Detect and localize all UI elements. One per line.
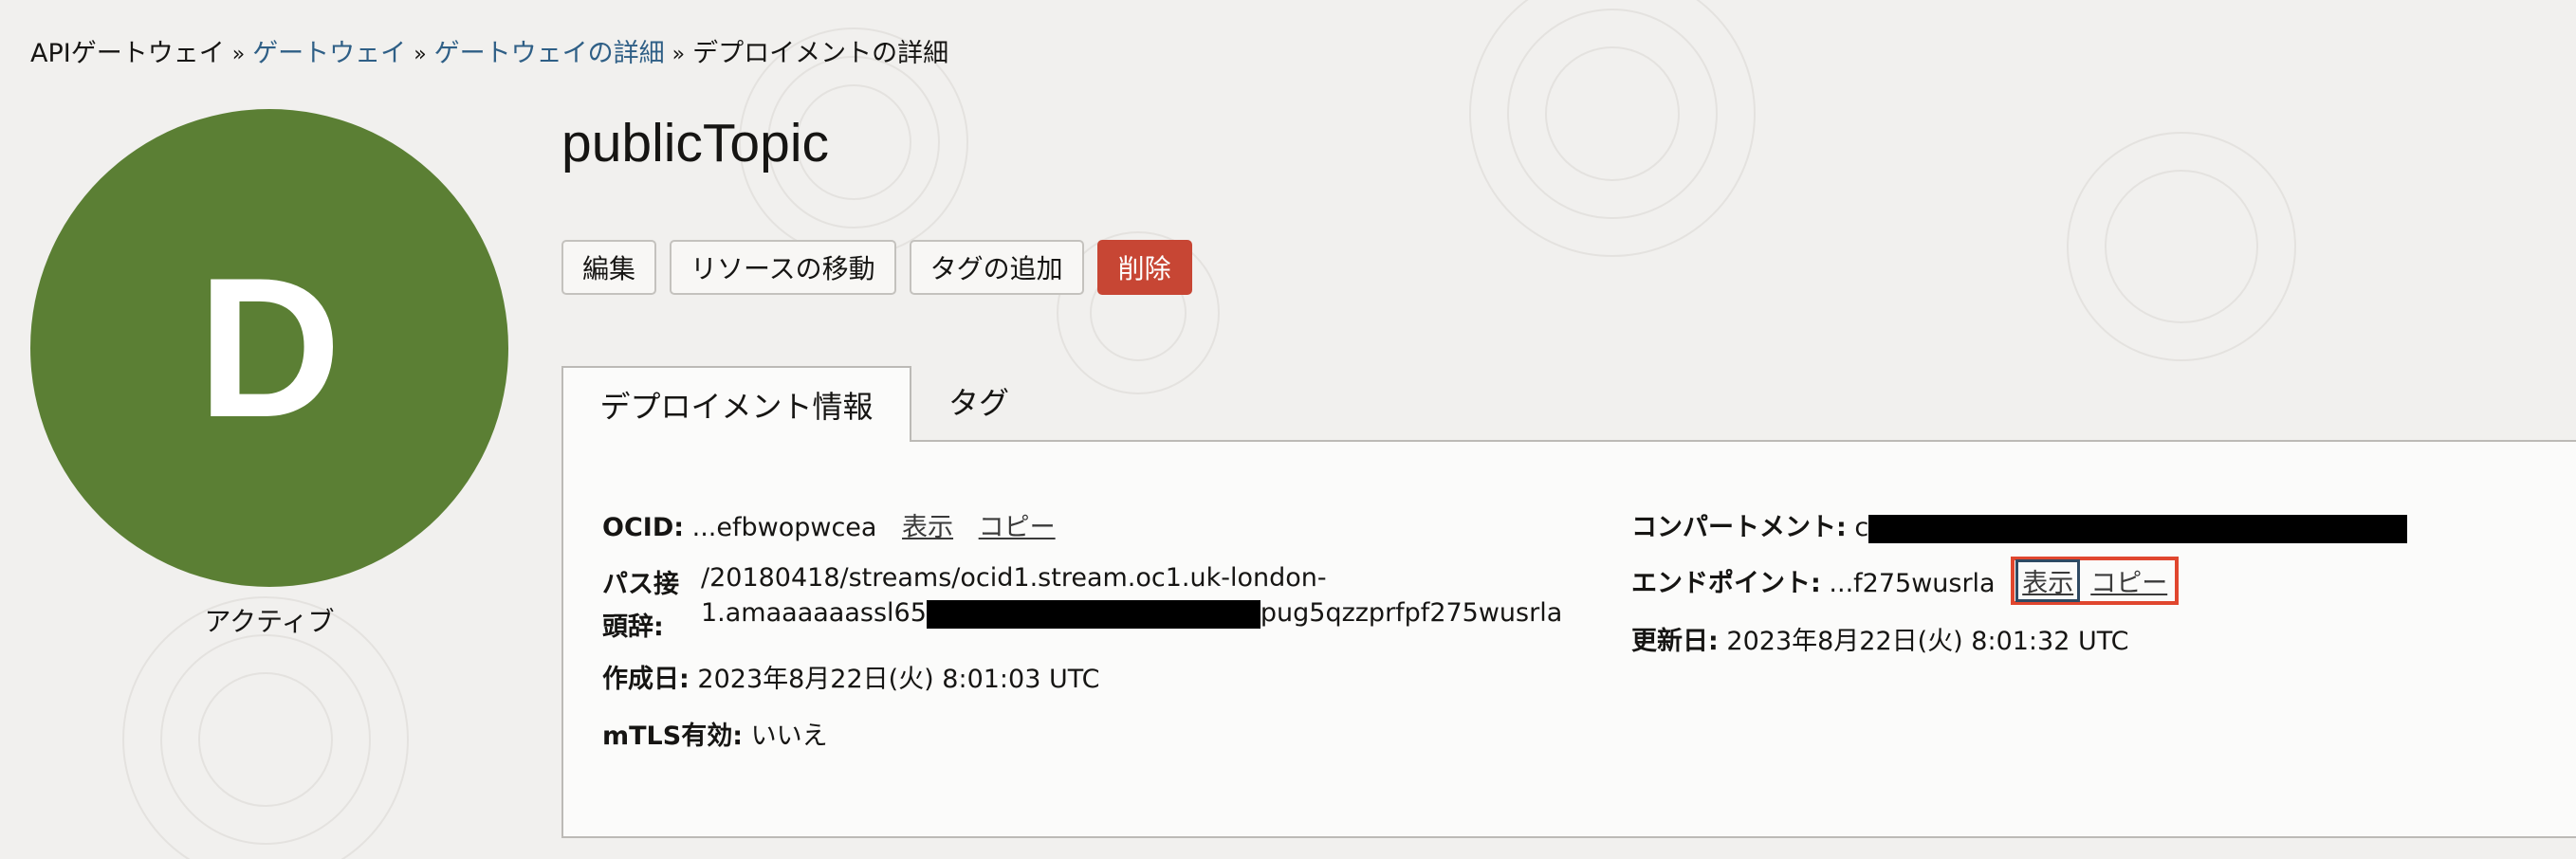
endpoint-show-link[interactable]: 表示 (2015, 559, 2081, 602)
path-label-line2: 頭辞: (602, 612, 664, 642)
breadcrumb-gateways[interactable]: ゲートウェイ (252, 39, 406, 68)
updated-row: 更新日: 2023年8月22日(火) 8:01:32 UTC (1631, 620, 2129, 657)
move-resource-button[interactable]: リソースの移動 (670, 240, 896, 295)
ocid-show-link[interactable]: 表示 (902, 513, 953, 542)
mtls-row: mTLS有効: いいえ (602, 715, 828, 752)
mtls-value: いいえ (750, 722, 828, 751)
path-prefix-value: /20180418/streams/ocid1.stream.oc1.uk-lo… (701, 563, 1562, 629)
path-value-line2: 1.amaaaaaassl65 pug5qzzprfpf275wusrla (701, 598, 1562, 629)
edit-button[interactable]: 編集 (561, 240, 657, 295)
ocid-copy-link[interactable]: コピー (979, 513, 1056, 542)
path-prefix-label: パス接 頭辞: (602, 563, 679, 643)
ocid-label: OCID: (602, 513, 685, 542)
mtls-label: mTLS有効: (602, 722, 743, 751)
breadcrumb-deployment-details: デプロイメントの詳細 (692, 39, 949, 68)
status-label: アクティブ (204, 606, 335, 637)
path-label-line1: パス接 (602, 570, 679, 599)
highlight-box: 表示 コピー (2011, 557, 2180, 605)
endpoint-value: ...f275wusrla (1829, 569, 1996, 598)
deployment-info-panel: OCID: ...efbwopwcea 表示 コピー パス接 頭辞: /2018… (561, 440, 2576, 838)
path-value-line1: /20180418/streams/ocid1.stream.oc1.uk-lo… (701, 563, 1327, 593)
delete-button[interactable]: 削除 (1096, 240, 1192, 295)
path-value-part1: 1.amaaaaaassl65 (701, 598, 927, 628)
resource-avatar: D (30, 109, 508, 587)
created-label: 作成日: (602, 665, 690, 694)
breadcrumb-separator: » (414, 43, 427, 66)
endpoint-label: エンドポイント: (1631, 569, 1821, 598)
breadcrumb-api-gateway[interactable]: APIゲートウェイ (30, 39, 225, 68)
tab-tags[interactable]: タグ (948, 379, 1009, 423)
breadcrumb-gateway-details[interactable]: ゲートウェイの詳細 (434, 39, 665, 68)
path-value-part2: pug5qzzprfpf275wusrla (1260, 598, 1563, 628)
endpoint-copy-link[interactable]: コピー (2090, 562, 2167, 599)
ocid-value: ...efbwopwcea (691, 513, 877, 542)
updated-label: 更新日: (1631, 627, 1719, 656)
created-value: 2023年8月22日(火) 8:01:03 UTC (697, 665, 1100, 694)
page-title: publicTopic (561, 113, 829, 174)
tab-deployment-info[interactable]: デプロイメント情報 (561, 366, 911, 442)
created-row: 作成日: 2023年8月22日(火) 8:01:03 UTC (602, 658, 1100, 695)
ocid-row: OCID: ...efbwopwcea 表示 コピー (602, 506, 1056, 543)
redaction-bar (1868, 514, 2408, 543)
compartment-value-prefix: c (1854, 513, 1869, 542)
endpoint-row: エンドポイント: ...f275wusrla 表示 コピー (1631, 557, 2180, 605)
compartment-row: コンパートメント: c (1631, 506, 2408, 543)
breadcrumb-separator: » (231, 43, 246, 66)
redaction-bar (926, 599, 1260, 629)
add-tags-button[interactable]: タグの追加 (909, 240, 1084, 295)
compartment-label: コンパートメント: (1631, 513, 1847, 542)
action-bar: 編集 リソースの移動 タグの追加 削除 (561, 240, 1192, 295)
breadcrumb: APIゲートウェイ » ゲートウェイ » ゲートウェイの詳細 » デプロイメントの詳細 (30, 32, 948, 69)
breadcrumb-separator: » (672, 43, 686, 66)
updated-value: 2023年8月22日(火) 8:01:32 UTC (1726, 627, 2129, 656)
